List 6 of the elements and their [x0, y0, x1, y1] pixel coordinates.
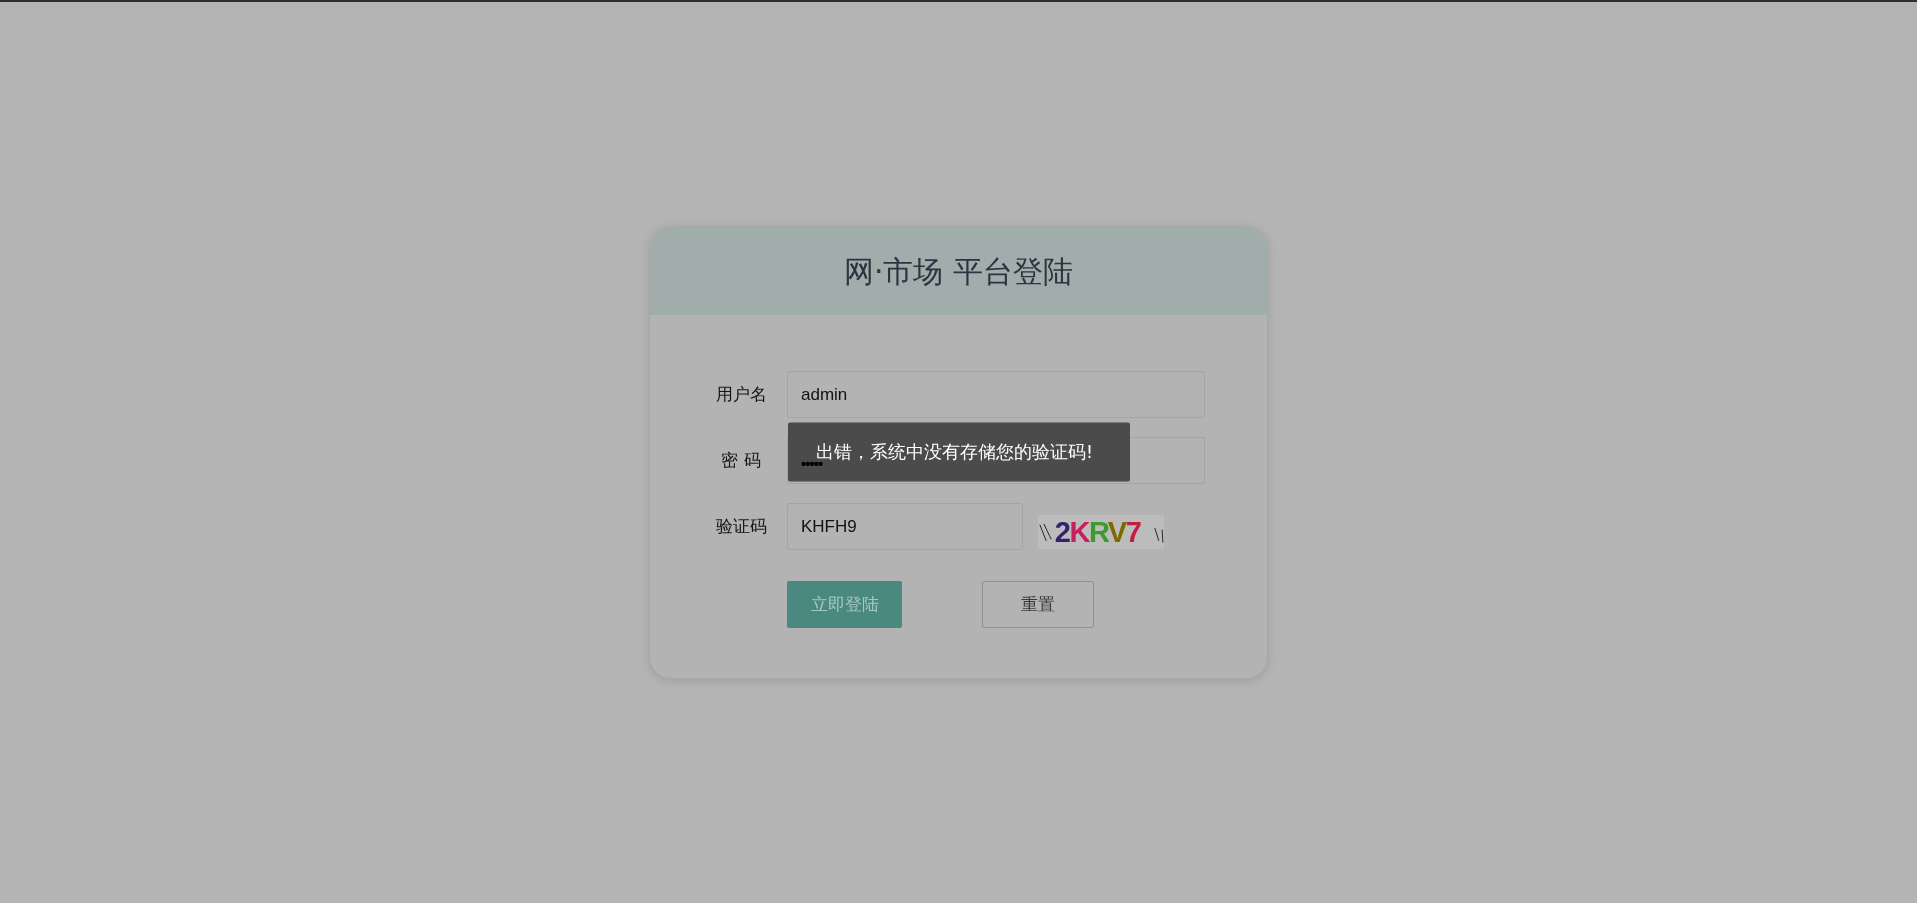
field-label: 验证码: [714, 516, 768, 538]
captcha-text: 2KRV7: [1054, 516, 1141, 548]
login-title: 网·市场 平台登陆: [843, 253, 1074, 291]
field-label: 用户名: [714, 384, 768, 406]
error-message: 出错，系统中没有存储您的验证码!: [816, 440, 1093, 462]
field-label: 密 码: [720, 450, 762, 472]
